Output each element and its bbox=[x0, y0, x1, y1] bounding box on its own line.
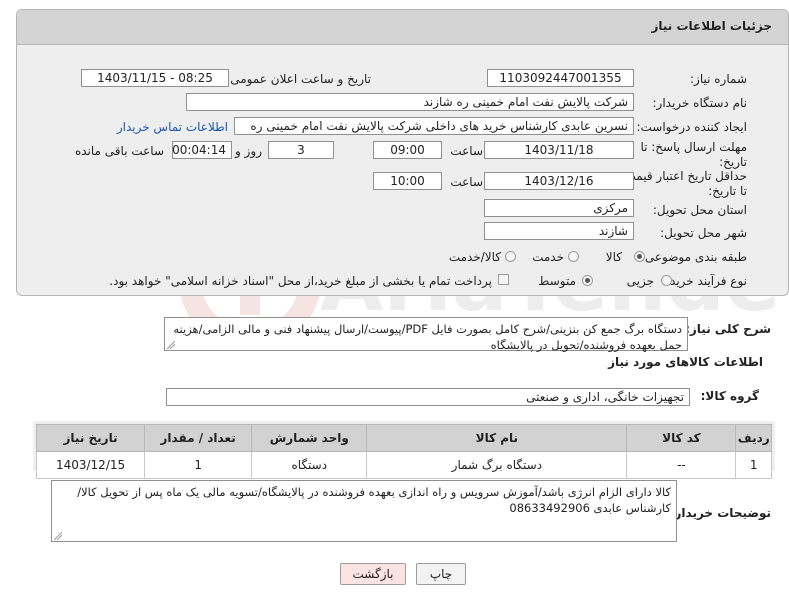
reply-hour-label: ساعت bbox=[450, 144, 483, 158]
col-header-need-date: تاریخ نیاز bbox=[35, 424, 146, 452]
requester-field: نسرین عابدی کارشناس خرید های داخلی شرکت … bbox=[234, 117, 634, 135]
reply-date-field: 1403/11/18 bbox=[484, 141, 634, 159]
reply-time-field: 09:00 bbox=[373, 141, 442, 159]
reply-days-field: 3 bbox=[268, 141, 334, 159]
cell-need-date: 1403/12/15 bbox=[35, 451, 146, 479]
general-desc-text: دستگاه برگ جمع کن بنزینی/شرح کامل بصورت … bbox=[173, 322, 682, 352]
cell-quantity: 1 bbox=[144, 451, 253, 479]
cell-unit: دستگاه bbox=[251, 451, 368, 479]
category-goods-label: کالا bbox=[605, 250, 622, 264]
buyer-org-field: شرکت پالایش نفت امام خمینی ره شازند bbox=[186, 93, 634, 111]
announce-datetime-label: تاریخ و ساعت اعلان عمومی: bbox=[226, 72, 371, 86]
col-header-goods-code: کد کالا bbox=[626, 424, 737, 452]
process-medium-label: متوسط bbox=[538, 274, 576, 288]
price-validity-label: حداقل تاریخ اعتبار قیمت: تا تاریخ: bbox=[620, 169, 747, 198]
validity-time-field: 10:00 bbox=[373, 172, 442, 190]
col-header-row-number: ردیف bbox=[735, 424, 772, 452]
buyer-contact-link[interactable]: اطلاعات تماس خریدار bbox=[117, 120, 228, 134]
category-service-radio[interactable] bbox=[568, 251, 579, 262]
general-desc-label: شرح کلی نیاز: bbox=[685, 322, 771, 336]
remaining-hours-label: ساعت باقی مانده bbox=[74, 144, 164, 158]
purchase-process-label: نوع فرآیند خرید : bbox=[662, 274, 747, 288]
buyer-org-label: نام دستگاه خریدار: bbox=[652, 96, 748, 110]
day-and-label: روز و bbox=[235, 144, 262, 158]
process-medium-radio[interactable] bbox=[582, 275, 593, 286]
col-header-quantity: تعداد / مقدار bbox=[144, 424, 253, 452]
delivery-city-field: شازند bbox=[484, 222, 634, 240]
delivery-city-label: شهر محل تحویل: bbox=[660, 226, 747, 240]
col-header-unit: واحد شمارش bbox=[251, 424, 368, 452]
panel-header: جزئیات اطلاعات نیاز bbox=[17, 10, 788, 45]
print-button[interactable]: چاپ bbox=[416, 563, 466, 585]
delivery-province-field: مرکزی bbox=[484, 199, 634, 217]
treasury-note: پرداخت تمام یا بخشی از مبلغ خرید،از محل … bbox=[109, 274, 492, 288]
general-desc-textarea: دستگاه برگ جمع کن بنزینی/شرح کامل بصورت … bbox=[164, 317, 688, 352]
requester-label: ایجاد کننده درخواست: bbox=[636, 120, 747, 134]
items-table: ردیف کد کالا نام کالا واحد شمارش تعداد /… bbox=[35, 424, 772, 479]
category-service-label: خدمت bbox=[532, 250, 564, 264]
delivery-province-label: استان محل تحویل: bbox=[652, 203, 747, 217]
back-button[interactable]: بازگشت bbox=[340, 563, 406, 585]
buyer-notes-label: توضیحات خریدار: bbox=[669, 506, 771, 520]
buyer-notes-textarea: کالا دارای الزام انرژی باشد/آموزش سرویس … bbox=[51, 480, 677, 542]
cell-row-number: 1 bbox=[735, 451, 772, 479]
subject-category-label: طبقه بندی موضوعی: bbox=[640, 250, 747, 264]
cell-goods-code: -- bbox=[626, 451, 737, 479]
need-number-field: 1103092447001355 bbox=[487, 69, 634, 87]
category-goods-radio[interactable] bbox=[634, 251, 645, 262]
announce-datetime-field: 1403/11/15 - 08:25 bbox=[81, 69, 229, 87]
validity-hour-label: ساعت bbox=[450, 175, 483, 189]
process-minor-label: جزیی bbox=[626, 274, 654, 288]
cell-goods-name: دستگاه برگ شمار bbox=[366, 451, 628, 479]
process-minor-radio[interactable] bbox=[661, 275, 672, 286]
need-number-label: شماره نیاز: bbox=[690, 72, 747, 86]
goods-group-field: تجهیزات خانگی، اداری و صنعتی bbox=[166, 388, 690, 406]
reply-remaining-field: 00:04:14 bbox=[172, 141, 232, 159]
category-goods-service-label: کالا/خدمت bbox=[448, 250, 501, 264]
goods-info-heading: اطلاعات کالاهای مورد نیاز bbox=[608, 355, 763, 369]
validity-date-field: 1403/12/16 bbox=[484, 172, 634, 190]
reply-deadline-label: مهلت ارسال پاسخ: تا تاریخ: bbox=[640, 140, 747, 169]
treasury-checkbox[interactable] bbox=[498, 274, 509, 285]
panel-title: جزئیات اطلاعات نیاز bbox=[651, 19, 772, 33]
table-row: 1 -- دستگاه برگ شمار دستگاه 1 1403/12/15 bbox=[35, 451, 772, 479]
col-header-goods-name: نام کالا bbox=[366, 424, 628, 452]
category-goods-service-radio[interactable] bbox=[505, 251, 516, 262]
goods-group-label: گروه کالا: bbox=[700, 389, 759, 403]
resize-grip-icon[interactable] bbox=[167, 341, 175, 349]
buyer-notes-text: کالا دارای الزام انرژی باشد/آموزش سرویس … bbox=[77, 485, 671, 515]
resize-grip-icon[interactable] bbox=[54, 532, 62, 540]
